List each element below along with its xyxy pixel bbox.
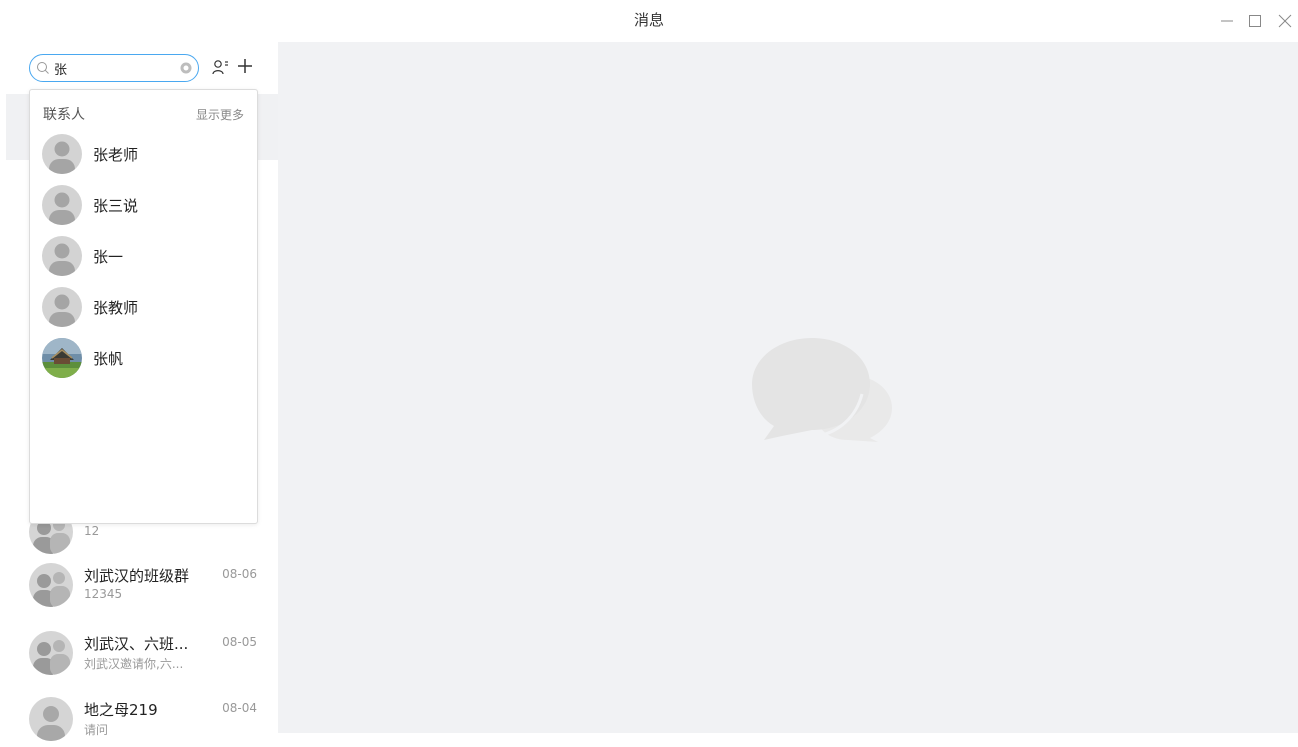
maximize-icon (1249, 15, 1261, 27)
contact-name: 张教师 (93, 299, 139, 317)
section-title: 联系人 (43, 107, 85, 123)
contact-name: 张帆 (93, 350, 124, 368)
title-bar: 消息 (0, 0, 1298, 42)
close-button[interactable] (1274, 10, 1296, 32)
close-icon (1278, 14, 1292, 28)
conversation-preview: 请问 (84, 723, 109, 737)
group-avatar (29, 563, 73, 607)
conversation-time: 08-05 (222, 635, 257, 649)
clear-icon[interactable] (180, 62, 192, 74)
conversation-item[interactable]: 刘武汉的班级群 12345 08-06 (29, 557, 269, 613)
conversation-name: 刘武汉、六班... (84, 635, 189, 653)
conversation-item[interactable]: 刘武汉、六班... 刘武汉邀请你,六... 08-05 (29, 625, 269, 681)
default-avatar (42, 287, 82, 327)
conversation-time: 08-04 (222, 701, 257, 715)
contact-result[interactable]: 张帆 (42, 336, 252, 380)
minimize-icon (1221, 20, 1233, 22)
contact-result[interactable]: 张三说 (42, 183, 252, 227)
default-avatar (29, 697, 73, 741)
search-input[interactable] (54, 58, 174, 78)
conversation-time: 08-06 (222, 567, 257, 581)
contact-result[interactable]: 张一 (42, 234, 252, 278)
default-avatar (42, 185, 82, 225)
chat-bubbles-icon (752, 338, 892, 442)
search-results-dropdown: 联系人 显示更多 张老师 张三说 张一 张教师 张帆 (29, 89, 258, 524)
contact-result[interactable]: 张教师 (42, 285, 252, 329)
conversation-preview: 12345 (84, 587, 123, 601)
search-box[interactable] (29, 54, 199, 82)
group-avatar (29, 631, 73, 675)
contacts-icon[interactable] (212, 59, 230, 75)
contact-result[interactable]: 张老师 (42, 132, 252, 176)
contact-name: 张老师 (93, 146, 139, 164)
conversation-name: 刘武汉的班级群 (84, 567, 190, 585)
plus-icon[interactable] (236, 57, 254, 75)
minimize-button[interactable] (1216, 10, 1238, 32)
conversation-preview: 刘武汉邀请你,六... (84, 657, 184, 671)
conversation-name: 地之母219 (84, 701, 158, 719)
chat-area (278, 42, 1298, 733)
maximize-button[interactable] (1244, 10, 1266, 32)
search-icon (37, 62, 49, 74)
show-more-link[interactable]: 显示更多 (196, 106, 244, 123)
contact-name: 张三说 (93, 197, 139, 215)
window-title: 消息 (633, 11, 664, 29)
contact-name: 张一 (93, 248, 124, 266)
conversation-item[interactable]: 地之母219 请问 08-04 (29, 691, 269, 747)
conversation-preview: 12 (84, 524, 100, 538)
default-avatar (42, 236, 82, 276)
default-avatar (42, 134, 82, 174)
photo-avatar (42, 338, 82, 378)
